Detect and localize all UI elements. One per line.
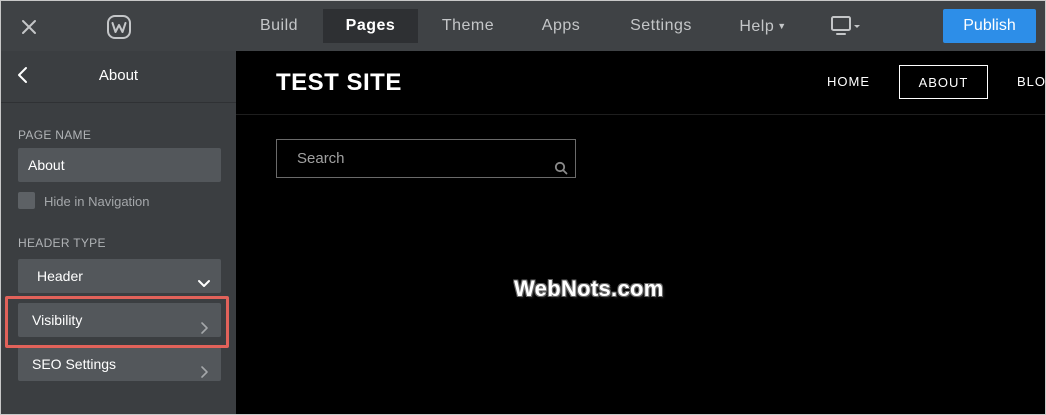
chevron-right-icon [199,357,209,378]
visibility-row[interactable]: Visibility [18,303,221,337]
site-nav-home[interactable]: HOME [827,65,870,99]
seo-settings-row[interactable]: SEO Settings [18,347,221,381]
top-toolbar: Build Pages Theme Apps Settings Help ▼ Pu… [1,1,1045,51]
tab-pages[interactable]: Pages [323,9,418,43]
site-nav-about[interactable]: ABOUT [899,65,988,99]
tab-build[interactable]: Build [245,9,313,43]
publish-button[interactable]: Publish [943,9,1036,43]
header-type-label: HEADER TYPE [18,236,106,250]
search-placeholder: Search [297,150,345,167]
chevron-right-icon [199,313,209,334]
header-type-value: Header [37,268,83,284]
hide-in-navigation-label: Hide in Navigation [44,194,150,209]
page-name-label: PAGE NAME [18,128,92,142]
site-preview: TEST SITE HOME ABOUT BLO Search WebNots.… [236,51,1045,414]
sidebar-header: About [1,51,236,103]
hide-in-navigation-checkbox[interactable] [18,192,35,209]
tab-settings[interactable]: Settings [619,9,703,43]
site-title: TEST SITE [276,69,402,96]
tab-help[interactable]: Help ▼ [731,9,795,43]
desktop-icon[interactable] [829,13,865,41]
page-name-input[interactable]: About [18,148,221,182]
watermark: WebNots.com [514,276,664,301]
tab-theme[interactable]: Theme [431,9,505,43]
weebly-logo-icon[interactable] [105,13,133,41]
editor-window: Build Pages Theme Apps Settings Help ▼ Pu… [0,0,1046,415]
seo-settings-label: SEO Settings [32,356,117,372]
chevron-down-icon [197,269,211,287]
visibility-label: Visibility [32,312,83,328]
sidebar-title: About [98,67,139,84]
tab-help-label: Help [739,18,775,35]
site-search-input[interactable]: Search [276,139,576,178]
header-type-select[interactable]: Header [18,259,221,293]
tab-apps[interactable]: Apps [531,9,591,43]
divider [236,114,1045,115]
caret-down-icon: ▼ [777,21,787,31]
site-nav-blog[interactable]: BLO [1017,65,1045,99]
close-icon[interactable] [15,13,43,41]
search-icon[interactable] [554,152,568,175]
page-settings-sidebar: About PAGE NAME About Hide in Navigation… [1,51,236,414]
